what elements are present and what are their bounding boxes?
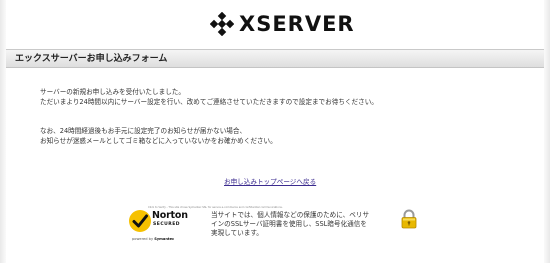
norton-secured-badge[interactable]: Click to Verify - This site chose Symant… [128, 206, 283, 246]
norton-secured-label: SECURED [153, 222, 181, 227]
symantec-label: Symantec [154, 237, 175, 241]
powered-prefix: powered by [132, 237, 155, 241]
ssl-notice-line: 実現しています。 [211, 229, 263, 237]
ssl-notice: 当サイトでは、個人情報などの保護のために、ベリサ インのSSLサーバ証明書を使用… [211, 211, 369, 238]
xserver-logo-icon [210, 12, 234, 36]
confirmation-message: サーバーの新規お申し込みを受付いたしました。 ただいまより24時間以内にサーバー… [40, 87, 378, 107]
confirmation-line: ただいまより24時間以内にサーバー設定を行い、改めてご連絡させていただきますので… [40, 98, 378, 106]
page-edge-left [0, 0, 6, 263]
logo-text: XSERVER [239, 12, 355, 36]
page: XSERVER エックスサーバーお申し込みフォーム サーバーの新規お申し込みを受… [0, 0, 550, 263]
norton-powered-by: powered by Symantec [132, 237, 174, 241]
page-edge-right [544, 0, 550, 263]
confirmation-line: サーバーの新規お申し込みを受付いたしました。 [40, 88, 185, 96]
notice-message: なお、24時間経過後もお手元に設定完了のお知らせが届かない場合、 お知らせが迷惑… [40, 126, 277, 146]
lock-icon [401, 209, 417, 229]
xserver-logo: XSERVER [210, 11, 355, 37]
back-to-top-link[interactable]: お申し込みトップページへ戻る [224, 178, 316, 187]
norton-check-icon [129, 210, 151, 232]
ssl-notice-line: インのSSLサーバ証明書を使用し、SSL暗号化通信を [211, 220, 367, 228]
page-title: エックスサーバーお申し込みフォーム [15, 54, 168, 64]
notice-line: お知らせが迷惑メールとしてゴミ箱などに入っていないかをお確かめください。 [40, 137, 277, 145]
notice-line: なお、24時間経過後もお手元に設定完了のお知らせが届かない場合、 [40, 127, 247, 135]
ssl-notice-line: 当サイトでは、個人情報などの保護のために、ベリサ [211, 211, 370, 219]
form-title-bar: エックスサーバーお申し込みフォーム [6, 49, 544, 68]
norton-name: Norton [152, 210, 188, 221]
norton-click-to-verify: Click to Verify - This site chose Symant… [148, 206, 283, 209]
